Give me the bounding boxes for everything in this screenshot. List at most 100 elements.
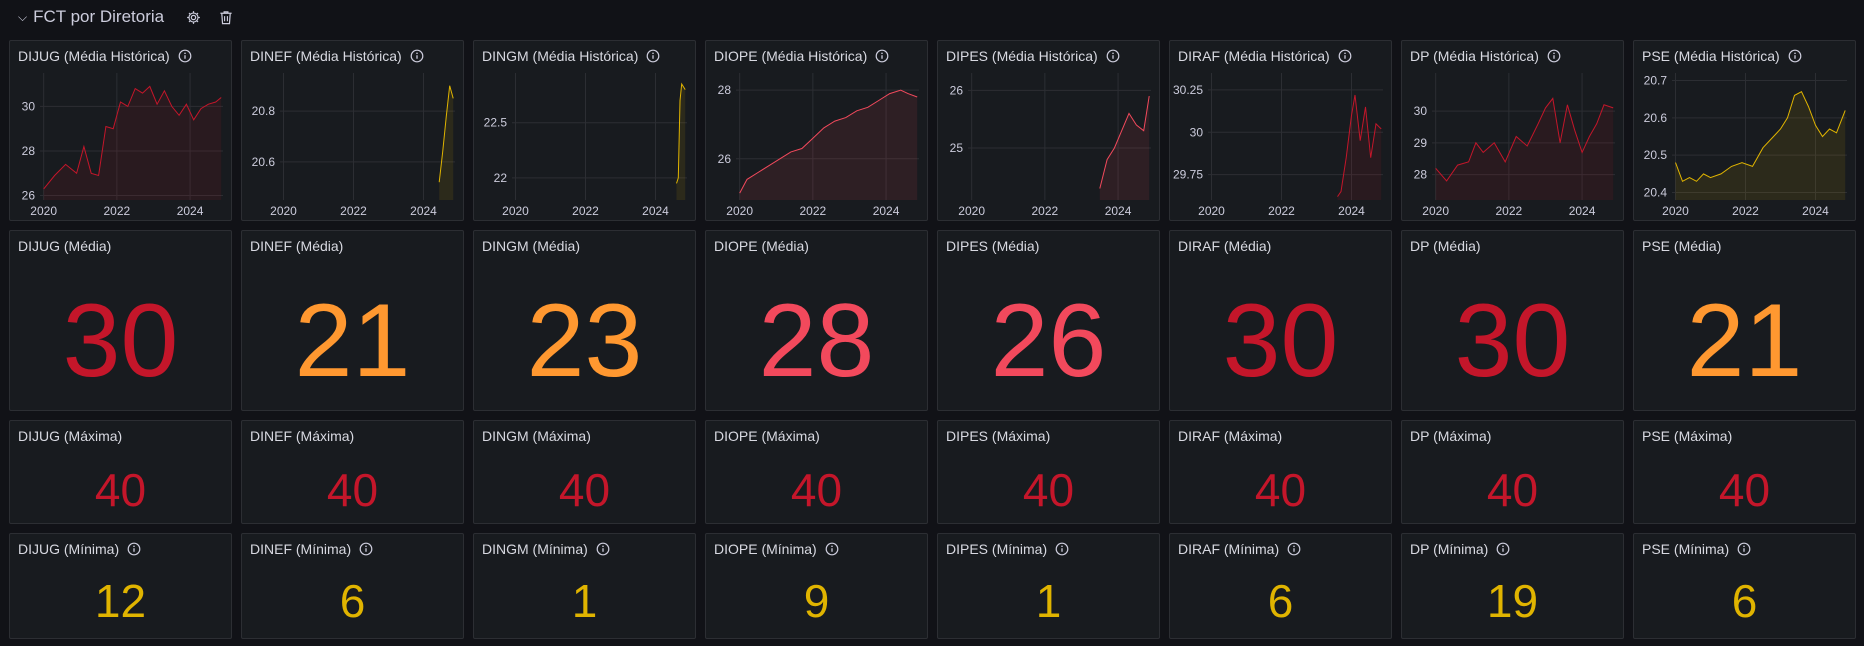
panel-title-text: PSE (Média) <box>1642 238 1722 254</box>
panel-dipes-maxima[interactable]: DIPES (Máxima) 40 <box>937 420 1160 524</box>
time-series-chart[interactable]: 26 28 30 2020 2022 2024 <box>10 67 231 220</box>
x-tick-label: 2022 <box>104 204 131 218</box>
panel-diraf-media[interactable]: DIRAF (Média) 30 <box>1169 230 1392 411</box>
y-tick-label: 26 <box>950 83 964 97</box>
time-series-chart[interactable]: 29.75 30 30.25 2020 2022 2024 <box>1170 67 1391 220</box>
panel-diraf-minima[interactable]: DIRAF (Mínima) 6 <box>1169 533 1392 639</box>
panel-title: DINGM (Média) <box>482 238 687 254</box>
panel-dijug-media[interactable]: DIJUG (Média) 30 <box>9 230 232 411</box>
panel-dinef-media-historica[interactable]: DINEF (Média Histórica) 20.6 20.8 2020 2022 2… <box>241 40 464 221</box>
panel-title-text: DP (Mínima) <box>1410 541 1489 557</box>
gear-icon[interactable] <box>186 10 201 25</box>
panel-title-text: DIPES (Média) <box>946 238 1040 254</box>
panel-pse-maxima[interactable]: PSE (Máxima) 40 <box>1633 420 1856 524</box>
info-circle-icon[interactable] <box>410 49 424 63</box>
panel-dp-maxima[interactable]: DP (Máxima) 40 <box>1401 420 1624 524</box>
panel-dingm-maxima[interactable]: DINGM (Máxima) 40 <box>473 420 696 524</box>
stat-value: 40 <box>558 464 611 516</box>
panel-title: DP (Mínima) <box>1410 541 1615 557</box>
panel-diope-minima[interactable]: DIOPE (Mínima) 9 <box>705 533 928 639</box>
panel-title-text: DIJUG (Média) <box>18 238 112 254</box>
panel-title: DIOPE (Mínima) <box>714 541 919 557</box>
panel-dipes-media-historica[interactable]: DIPES (Média Histórica) 25 26 2020 2022 2024 <box>937 40 1160 221</box>
panel-title: DIOPE (Máxima) <box>714 428 919 444</box>
panel-title-text: DINEF (Mínima) <box>250 541 352 557</box>
stat-value: 6 <box>1267 575 1294 627</box>
panel-title: PSE (Média) <box>1642 238 1847 254</box>
time-series-chart[interactable]: 20.6 20.8 2020 2022 2024 <box>242 67 463 220</box>
y-tick-label: 30 <box>22 99 36 113</box>
panel-dingm-minima[interactable]: DINGM (Mínima) 1 <box>473 533 696 639</box>
time-series-chart[interactable]: 25 26 2020 2022 2024 <box>938 67 1159 220</box>
info-circle-icon[interactable] <box>1788 49 1802 63</box>
panel-diope-maxima[interactable]: DIOPE (Máxima) 40 <box>705 420 928 524</box>
panel-dp-media-historica[interactable]: DP (Média Histórica) 28 29 30 2020 2022 2024 <box>1401 40 1624 221</box>
x-tick-label: 2024 <box>1338 204 1365 218</box>
panel-dijug-minima[interactable]: DIJUG (Mínima) 12 <box>9 533 232 639</box>
panel-pse-minima[interactable]: PSE (Mínima) 6 <box>1633 533 1856 639</box>
panel-title: DIRAF (Média Histórica) <box>1178 48 1383 64</box>
panel-dipes-media[interactable]: DIPES (Média) 26 <box>937 230 1160 411</box>
panel-dingm-media[interactable]: DINGM (Média) 23 <box>473 230 696 411</box>
info-circle-icon[interactable] <box>825 542 839 556</box>
x-tick-label: 2022 <box>1496 204 1523 218</box>
panel-title-text: DIRAF (Média) <box>1178 238 1272 254</box>
x-tick-label: 2020 <box>270 204 297 218</box>
panel-pse-media-historica[interactable]: PSE (Média Histórica) 20.4 20.5 20.6 20.7 202… <box>1633 40 1856 221</box>
panel-title-text: DIPES (Mínima) <box>946 541 1048 557</box>
panel-dinef-minima[interactable]: DINEF (Mínima) 6 <box>241 533 464 639</box>
time-series-chart[interactable]: 20.4 20.5 20.6 20.7 2020 2022 2024 <box>1634 67 1855 220</box>
info-circle-icon[interactable] <box>178 49 192 63</box>
row-title: FCT por Diretoria <box>33 7 165 26</box>
panel-title-text: DINGM (Média Histórica) <box>482 48 639 64</box>
info-circle-icon[interactable] <box>875 49 889 63</box>
x-tick-label: 2024 <box>1105 204 1132 218</box>
y-tick-label: 22 <box>494 171 508 185</box>
info-circle-icon[interactable] <box>1338 49 1352 63</box>
info-circle-icon[interactable] <box>1737 542 1751 556</box>
info-circle-icon[interactable] <box>646 49 660 63</box>
info-circle-icon[interactable] <box>1547 49 1561 63</box>
panel-dijug-maxima[interactable]: DIJUG (Máxima) 40 <box>9 420 232 524</box>
panel-diope-media[interactable]: DIOPE (Média) 28 <box>705 230 928 411</box>
panel-title-text: DIRAF (Média Histórica) <box>1178 48 1330 64</box>
info-circle-icon[interactable] <box>1496 542 1510 556</box>
time-series-chart[interactable]: 26 28 2020 2022 2024 <box>706 67 927 220</box>
y-tick-label: 29.75 <box>1173 168 1203 182</box>
time-series-chart[interactable]: 22 22.5 2020 2022 2024 <box>474 67 695 220</box>
panel-dingm-media-historica[interactable]: DINGM (Média Histórica) 22 22.5 2020 2022 202… <box>473 40 696 221</box>
info-circle-icon[interactable] <box>1106 49 1120 63</box>
chevron-down-icon: ⌵ <box>18 9 28 24</box>
stat-value: 12 <box>94 575 147 627</box>
panel-title-text: DINEF (Média Histórica) <box>250 48 402 64</box>
x-tick-label: 2020 <box>30 204 57 218</box>
panel-dijug-media-historica[interactable]: DIJUG (Média Histórica) 26 28 30 2020 2022 202… <box>9 40 232 221</box>
stat-value: 40 <box>326 464 379 516</box>
panel-dinef-media[interactable]: DINEF (Média) 21 <box>241 230 464 411</box>
time-series-chart[interactable]: 28 29 30 2020 2022 2024 <box>1402 67 1623 220</box>
stat-value: 9 <box>803 575 830 627</box>
panel-title-text: DIJUG (Mínima) <box>18 541 120 557</box>
panel-title: DINGM (Máxima) <box>482 428 687 444</box>
series-area <box>43 86 222 200</box>
panel-dp-media[interactable]: DP (Média) 30 <box>1401 230 1624 411</box>
info-circle-icon[interactable] <box>1287 542 1301 556</box>
row-toggle[interactable]: ⌵ FCT por Diretoria <box>18 7 164 27</box>
panel-dp-minima[interactable]: DP (Mínima) 19 <box>1401 533 1624 639</box>
panel-dinef-maxima[interactable]: DINEF (Máxima) 40 <box>241 420 464 524</box>
info-circle-icon[interactable] <box>359 542 373 556</box>
trash-icon[interactable] <box>219 10 233 25</box>
panel-diraf-maxima[interactable]: DIRAF (Máxima) 40 <box>1169 420 1392 524</box>
panel-title: DINGM (Média Histórica) <box>482 48 687 64</box>
info-circle-icon[interactable] <box>596 542 610 556</box>
info-circle-icon[interactable] <box>1055 542 1069 556</box>
y-tick-label: 25 <box>950 141 964 155</box>
panel-diraf-media-historica[interactable]: DIRAF (Média Histórica) 29.75 30 30.25 2020 2… <box>1169 40 1392 221</box>
panel-diope-media-historica[interactable]: DIOPE (Média Histórica) 26 28 2020 2022 2024 <box>705 40 928 221</box>
stat-value: 40 <box>1254 464 1307 516</box>
panel-pse-media[interactable]: PSE (Média) 21 <box>1633 230 1856 411</box>
y-tick-label: 26 <box>22 189 36 203</box>
panel-dipes-minima[interactable]: DIPES (Mínima) 1 <box>937 533 1160 639</box>
series-area <box>739 90 918 200</box>
info-circle-icon[interactable] <box>127 542 141 556</box>
